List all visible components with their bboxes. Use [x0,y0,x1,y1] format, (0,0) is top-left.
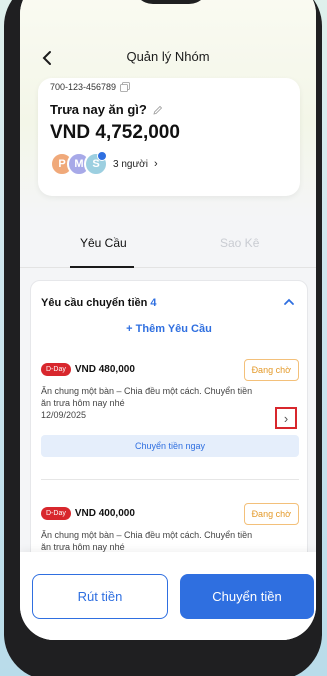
requests-title: Yêu cầu chuyển tiền [41,297,148,309]
group-balance: VND 4,752,000 [50,122,180,143]
account-number: 700-123-456789 [50,82,117,92]
dday-badge: D-Day [41,506,71,520]
dday-badge: D-Day [41,362,71,376]
app-screen: Quản lý Nhóm 700-123-456789 Trưa nay ăn … [20,0,316,640]
copy-icon[interactable] [120,82,130,92]
requests-header: Yêu cầu chuyển tiền 4 [41,297,157,309]
header: Quản lý Nhóm [20,44,316,70]
status-badge: Đang chờ [243,359,299,381]
chevron-up-icon[interactable] [283,297,295,307]
requests-count: 4 [150,297,157,309]
tab-statement[interactable]: Sao Kê [220,236,259,250]
chevron-right-icon: › [283,410,289,426]
status-badge: Đang chờ [243,503,299,525]
request-description: Ăn chung một bàn – Chia đều một cách. Ch… [41,386,253,408]
group-name-row: Trưa nay ăn gì? [50,102,163,117]
withdraw-button[interactable]: Rút tiền [32,574,168,619]
divider [41,479,299,480]
account-row: 700-123-456789 [50,82,130,92]
tab-requests[interactable]: Yêu Cầu [80,236,127,250]
member-count: 3 người [113,158,148,170]
transfer-now-button[interactable]: Chuyển tiền ngay [41,435,299,457]
edit-pencil-icon[interactable] [153,105,163,115]
owner-badge-icon [97,151,107,161]
tab-bar: Yêu Cầu Sao Kê [20,230,316,268]
request-amount: VND 400,000 [74,507,135,519]
request-item: D-Day VND 400,000 Đang chờ Ăn chung một … [41,503,299,553]
chevron-right-icon: › [153,158,158,170]
request-amount: VND 480,000 [74,363,135,375]
request-item: D-Day VND 480,000 Đang chờ Ăn chung một … [41,359,299,457]
members-row[interactable]: P M S 3 người › [50,151,158,176]
group-name: Trưa nay ăn gì? [50,102,147,117]
add-request-button[interactable]: + Thêm Yêu Cầu [31,323,307,335]
bottom-action-bar: Rút tiền Chuyển tiền [20,552,316,640]
active-tab-indicator [70,266,134,268]
phone-frame: Quản lý Nhóm 700-123-456789 Trưa nay ăn … [4,0,322,676]
group-card: 700-123-456789 Trưa nay ăn gì? VND 4,752… [38,78,300,196]
transfer-button[interactable]: Chuyển tiền [180,574,314,619]
request-detail-button[interactable]: › [275,407,297,429]
request-date: 12/09/2025 [41,410,87,420]
page-title: Quản lý Nhóm [126,49,210,64]
request-description: Ăn chung một bàn – Chia đều một cách. Ch… [41,530,253,552]
